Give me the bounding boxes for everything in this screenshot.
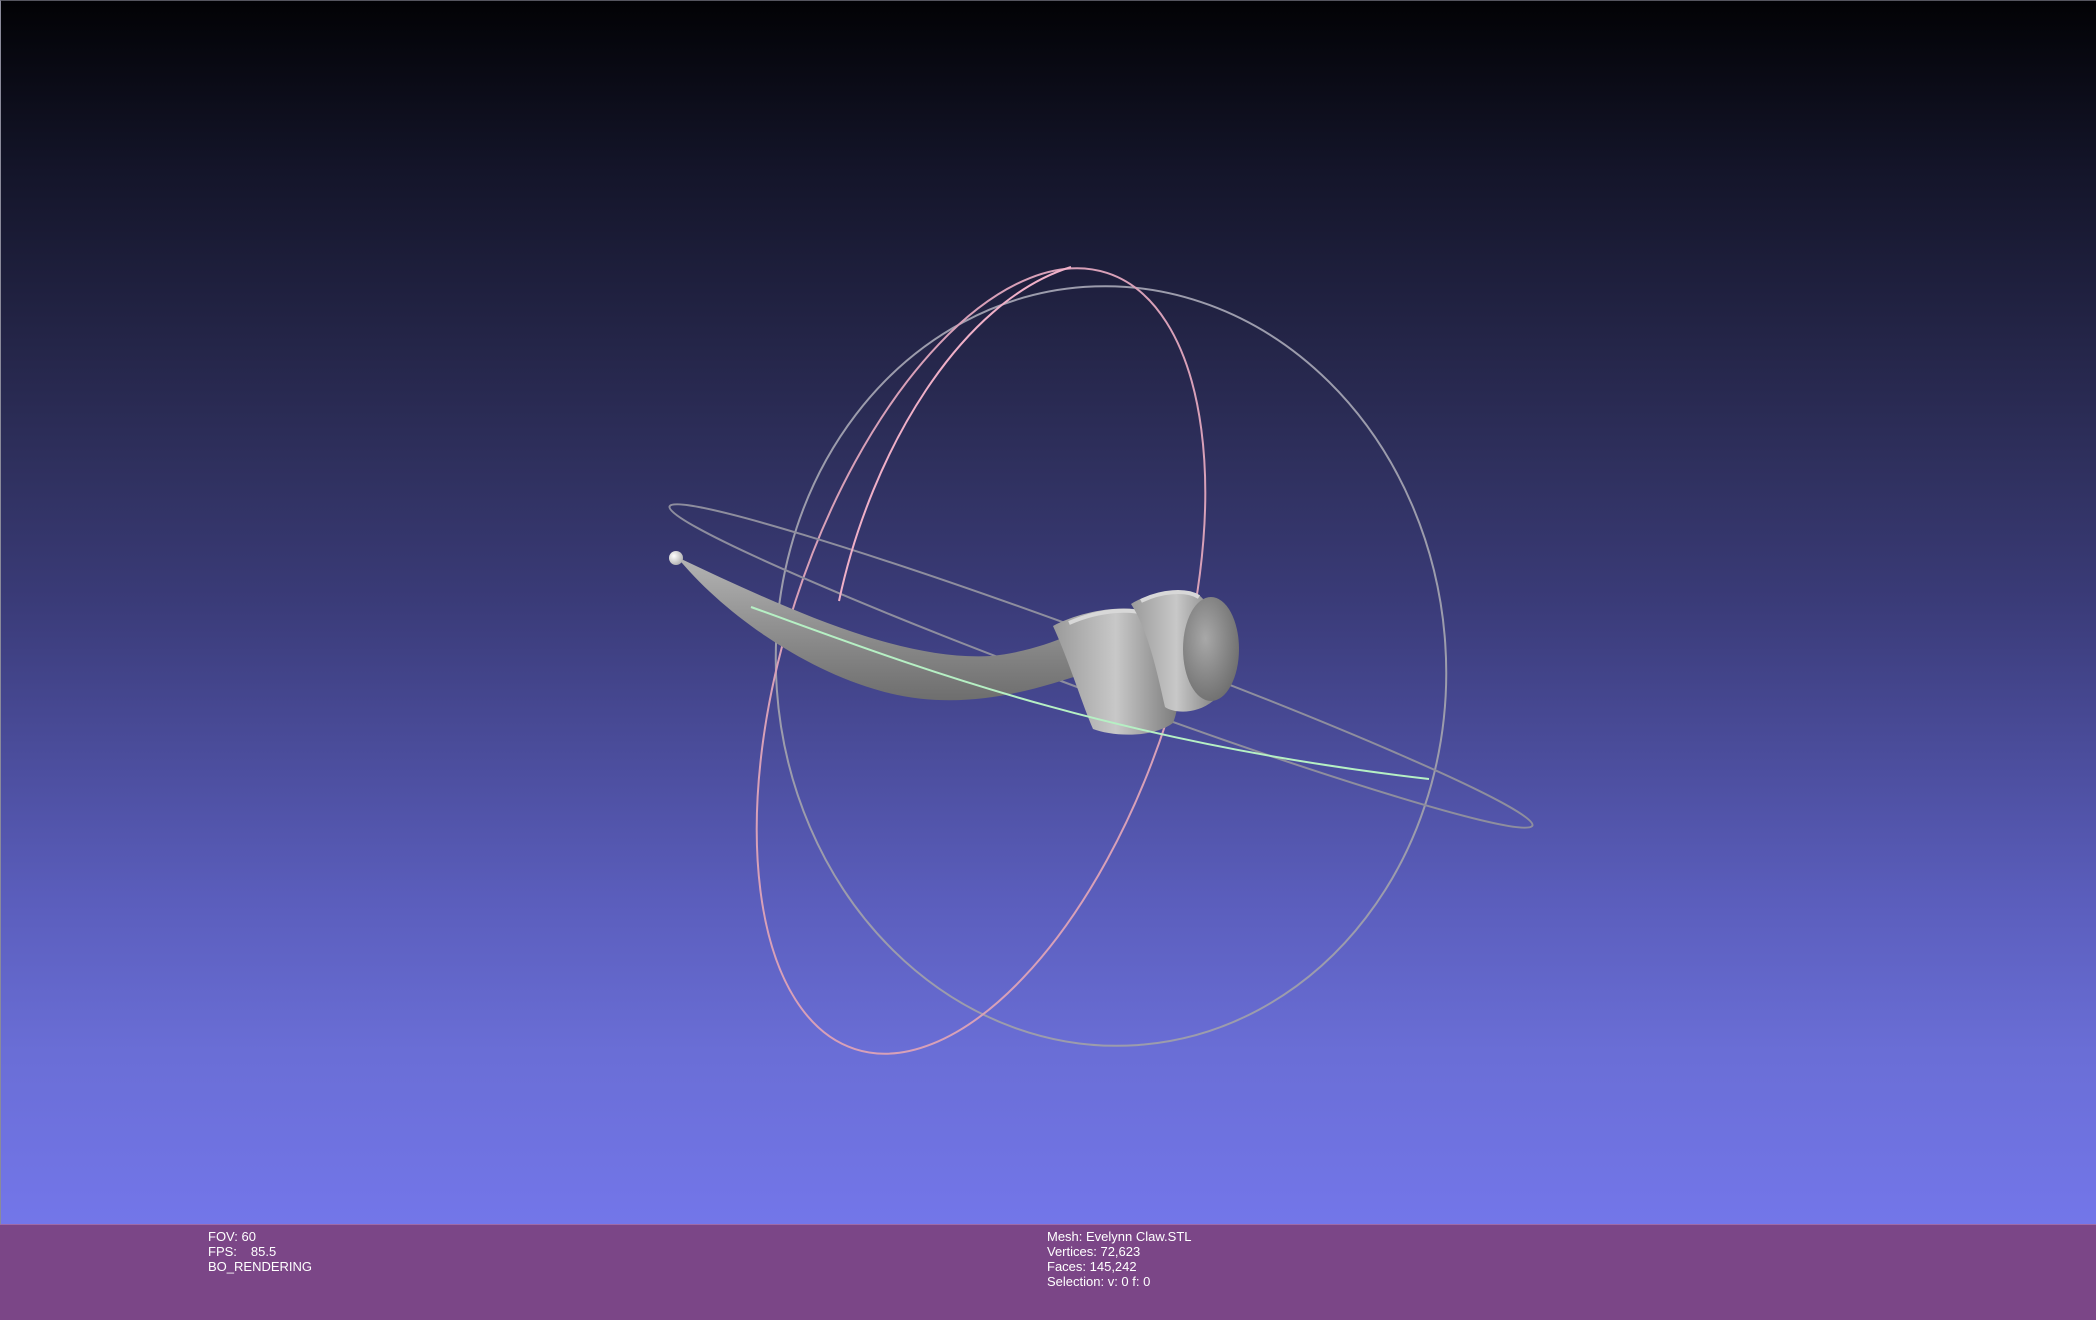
meshlab-window: FOV: 60 FPS: 85.5 BO_RENDERING Mesh: Evel… [0,0,2096,1320]
horn-end-cap [1183,597,1239,701]
info-bar: FOV: 60 FPS: 85.5 BO_RENDERING Mesh: Evel… [0,1224,2096,1320]
render-mode-label: BO_RENDERING [208,1259,313,1274]
fps-row: FPS: 85.5 [208,1244,312,1259]
render-info: FOV: 60 FPS: 85.5 BO_RENDERING [208,1229,312,1274]
mesh-info: Mesh: Evelynn Claw.STL Vertices: 72,623 … [1047,1229,1192,1289]
mesh-model[interactable] [669,551,1239,735]
fps-label: FPS: [208,1244,237,1259]
faces-label: Faces: 145,242 [1047,1259,1137,1274]
fov-label: FOV: 60 [208,1229,256,1244]
selection-label: Selection: v: 0 f: 0 [1047,1274,1151,1289]
vertices-label: Vertices: 72,623 [1047,1244,1141,1259]
horn-tip-dot [669,551,683,565]
scene-canvas[interactable] [1,1,2096,1225]
fps-value: 85.5 [250,1244,277,1259]
mesh-name-label: Mesh: Evelynn Claw.STL [1047,1229,1192,1244]
trackball-ring-pink-front[interactable] [838,266,1072,602]
3d-viewport[interactable] [0,0,2096,1224]
